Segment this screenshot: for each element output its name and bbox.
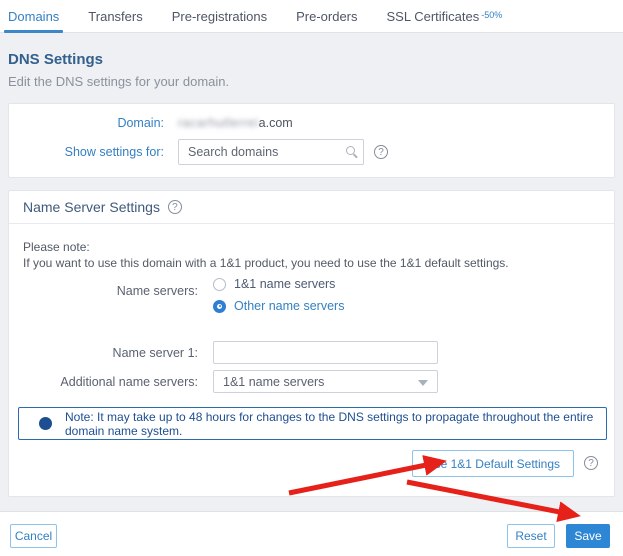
page-subtitle: Edit the DNS settings for your domain. xyxy=(8,74,230,89)
use-default-settings-button[interactable]: Use 1&1 Default Settings xyxy=(411,450,574,477)
domain-search-input[interactable] xyxy=(178,139,364,165)
chevron-down-icon xyxy=(418,380,428,386)
cancel-button[interactable]: Cancel xyxy=(10,524,57,548)
nameserver-help-icon[interactable]: ? xyxy=(167,200,182,214)
domain-value: racarhutlerreia.com xyxy=(178,116,293,130)
tab-label: Pre-registrations xyxy=(171,8,268,24)
radio-label: 1&1 name servers xyxy=(234,277,336,291)
radio-selected-icon[interactable] xyxy=(213,299,226,313)
search-help-icon[interactable]: ? xyxy=(374,145,388,159)
top-tab-bar: Domains Transfers Pre-registrations Pre-… xyxy=(0,0,623,33)
reset-button[interactable]: Reset xyxy=(507,524,555,548)
default-settings-help-icon[interactable]: ? xyxy=(584,456,598,470)
page-title: DNS Settings xyxy=(8,51,104,68)
name-server-1-input[interactable] xyxy=(213,341,438,364)
show-settings-label: Show settings for: xyxy=(64,145,164,159)
additional-name-servers-row: Additional name servers: 1&1 name server… xyxy=(9,370,614,393)
show-settings-row: Show settings for: ? xyxy=(9,139,614,165)
info-dot-icon xyxy=(39,417,52,430)
tab-label: Transfers xyxy=(88,8,143,24)
domain-redacted-text: racarhutlerrei xyxy=(178,116,259,130)
radio-unselected-icon[interactable] xyxy=(213,277,226,291)
tab-label: Pre-orders xyxy=(296,8,358,24)
search-icon[interactable] xyxy=(346,146,355,155)
name-server-1-row: Name server 1: xyxy=(9,341,614,364)
discount-badge: -50% xyxy=(481,10,503,20)
save-button[interactable]: Save xyxy=(566,524,610,548)
additional-name-servers-dropdown[interactable]: 1&1 name servers xyxy=(213,370,438,393)
please-note-block: Please note: If you want to use this dom… xyxy=(23,239,509,271)
nameserver-card-header: Name Server Settings ? xyxy=(9,191,614,224)
radio-label: Other name servers xyxy=(234,299,345,313)
nameserver-card: Name Server Settings ? Please note: If y… xyxy=(8,190,615,497)
please-note-body: If you want to use this domain with a 1&… xyxy=(23,256,509,270)
domain-row: Domain: racarhutlerreia.com xyxy=(9,116,614,130)
propagation-note-text: Note: It may take up to 48 hours for cha… xyxy=(65,409,594,438)
tab-ssl-certificates[interactable]: SSL Certificates -50% xyxy=(387,0,503,32)
tab-domains[interactable]: Domains xyxy=(3,0,64,33)
tab-pre-orders[interactable]: Pre-orders xyxy=(296,0,357,32)
tab-label: SSL Certificates xyxy=(386,8,480,24)
radio-1and1-name-servers[interactable]: 1&1 name servers xyxy=(213,277,344,291)
dropdown-selected-value: 1&1 name servers xyxy=(223,374,325,389)
radio-other-name-servers[interactable]: Other name servers xyxy=(213,299,344,313)
name-servers-label: Name servers: xyxy=(116,284,198,298)
please-note-heading: Please note: xyxy=(23,240,90,254)
tab-pre-registrations[interactable]: Pre-registrations xyxy=(172,0,267,32)
additional-name-servers-label: Additional name servers: xyxy=(60,374,198,389)
domain-visible-text: a.com xyxy=(258,116,293,130)
propagation-note-box: Note: It may take up to 48 hours for cha… xyxy=(18,407,607,440)
tab-label: Domains xyxy=(8,8,60,24)
tab-transfers[interactable]: Transfers xyxy=(88,0,142,32)
domain-card: Domain: racarhutlerreia.com Show setting… xyxy=(8,103,615,178)
footer-bar: Cancel Reset Save xyxy=(0,511,623,556)
name-server-1-label: Name server 1: xyxy=(112,345,198,360)
nameserver-card-title: Name Server Settings xyxy=(23,199,160,215)
domain-search-box xyxy=(178,139,364,165)
name-servers-radio-group: 1&1 name servers Other name servers xyxy=(213,277,344,313)
name-servers-row: Name servers: 1&1 name servers Other nam… xyxy=(9,277,614,313)
domain-label: Domain: xyxy=(117,116,164,130)
